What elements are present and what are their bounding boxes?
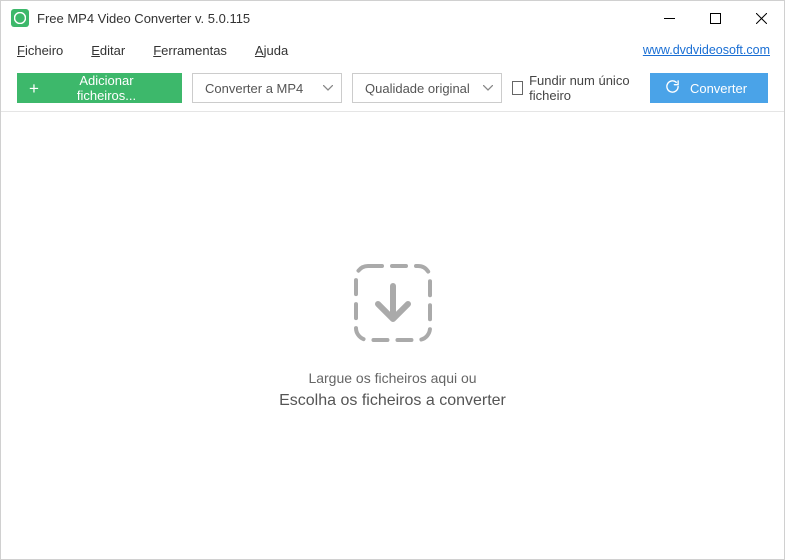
menu-editar[interactable]: Editar <box>89 39 127 62</box>
menu-ajuda[interactable]: Ajuda <box>253 39 290 62</box>
refresh-icon <box>665 79 680 97</box>
chevron-down-icon <box>483 85 493 91</box>
menubar: Ficheiro Editar Ferramentas Ajuda www.dv… <box>1 35 784 65</box>
format-dropdown[interactable]: Converter a MP4 <box>192 73 342 103</box>
plus-icon: + <box>29 80 39 97</box>
quality-dropdown[interactable]: Qualidade original <box>352 73 502 103</box>
toolbar: + Adicionar ficheiros... Converter a MP4… <box>1 65 784 111</box>
window-controls <box>646 1 784 35</box>
dropzone-icon <box>348 258 438 348</box>
dropzone[interactable]: Largue os ficheiros aqui ou Escolha os f… <box>1 112 784 556</box>
website-link[interactable]: www.dvdvideosoft.com <box>643 43 770 57</box>
titlebar: Free MP4 Video Converter v. 5.0.115 <box>1 1 784 35</box>
dropzone-hint-2: Escolha os ficheiros a converter <box>279 392 506 410</box>
add-files-label: Adicionar ficheiros... <box>49 73 164 103</box>
quality-value: Qualidade original <box>365 81 470 96</box>
maximize-button[interactable] <box>692 1 738 35</box>
close-button[interactable] <box>738 1 784 35</box>
menu-ferramentas[interactable]: Ferramentas <box>151 39 229 62</box>
minimize-button[interactable] <box>646 1 692 35</box>
window-title: Free MP4 Video Converter v. 5.0.115 <box>37 11 250 26</box>
merge-label: Fundir num único ficheiro <box>529 73 640 103</box>
convert-button[interactable]: Converter <box>650 73 768 103</box>
app-icon <box>11 9 29 27</box>
convert-label: Converter <box>690 81 747 96</box>
menu-ficheiro[interactable]: Ficheiro <box>15 39 65 62</box>
chevron-down-icon <box>323 85 333 91</box>
add-files-button[interactable]: + Adicionar ficheiros... <box>17 73 182 103</box>
dropzone-hint-1: Largue os ficheiros aqui ou <box>308 370 476 386</box>
format-value: Converter a MP4 <box>205 81 303 96</box>
merge-checkbox[interactable]: Fundir num único ficheiro <box>512 73 640 103</box>
checkbox-box <box>512 81 523 95</box>
